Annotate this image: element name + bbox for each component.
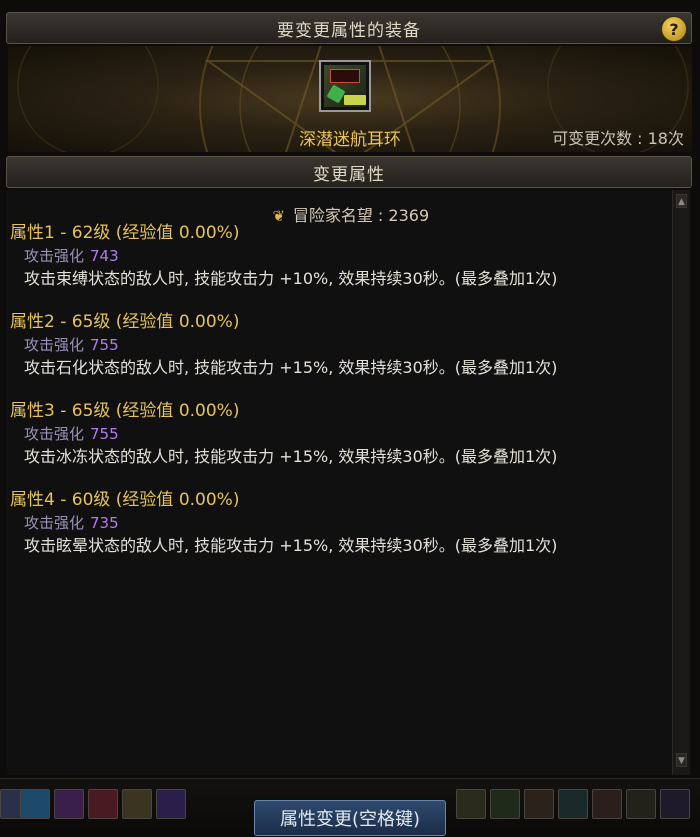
attribute-description: 攻击冰冻状态的敌人时, 技能攻击力 +15%, 效果持续30秒。(最多叠加1次) <box>24 447 558 466</box>
quickslot[interactable] <box>20 789 50 819</box>
attribute-stat: 攻击强化 755 <box>10 424 557 446</box>
attribute-description: 攻击眩晕状态的敌人时, 技能攻击力 +15%, 效果持续30秒。(最多叠加1次) <box>24 536 558 555</box>
stat-value: 735 <box>90 514 119 532</box>
stat-value: 755 <box>90 425 119 443</box>
quickslot[interactable] <box>558 789 588 819</box>
attribute-stat: 攻击强化 735 <box>10 513 557 535</box>
quickslot[interactable] <box>88 789 118 819</box>
attribute-stat: 攻击强化 743 <box>10 246 557 268</box>
item-slot[interactable] <box>319 60 371 112</box>
quickslot[interactable] <box>592 789 622 819</box>
attribute-block: 属性3 - 65级 (经验值 0.00%) 攻击强化 755 攻击冰冻状态的敌人时… <box>10 400 557 470</box>
help-icon[interactable]: ? <box>661 16 687 42</box>
quickslot[interactable] <box>524 789 554 819</box>
quickslot[interactable] <box>54 789 84 819</box>
section-header: 变更属性 <box>6 156 692 188</box>
attribute-title: 属性2 - 65级 (经验值 0.00%) <box>10 312 240 332</box>
window-title: 要变更属性的装备 <box>277 20 421 41</box>
attribute-title: 属性3 - 65级 (经验值 0.00%) <box>10 401 240 421</box>
attribute-description: 攻击束缚状态的敌人时, 技能攻击力 +10%, 效果持续30秒。(最多叠加1次) <box>24 269 558 288</box>
quickslot[interactable] <box>122 789 152 819</box>
item-display-area: 深潜迷航耳环 可变更次数 : 18次 <box>8 46 692 152</box>
scrollbar[interactable]: ▲ ▼ <box>672 190 690 775</box>
section-title: 变更属性 <box>313 164 385 185</box>
attribute-block: 属性1 - 62级 (经验值 0.00%) 攻击强化 743 攻击束缚状态的敌人时… <box>10 222 557 292</box>
stat-value: 743 <box>90 247 119 265</box>
stat-label: 攻击强化 <box>24 514 85 532</box>
stat-label: 攻击强化 <box>24 336 85 354</box>
attribute-title: 属性4 - 60级 (经验值 0.00%) <box>10 490 240 510</box>
quickslot[interactable] <box>660 789 690 819</box>
attribute-block: 属性4 - 60级 (经验值 0.00%) 攻击强化 735 攻击眩晕状态的敌人时… <box>10 489 557 559</box>
change-attribute-button[interactable]: 属性变更(空格键) <box>254 800 446 836</box>
quickslot[interactable] <box>156 789 186 819</box>
earring-item-icon <box>324 65 366 107</box>
quickslot[interactable] <box>456 789 486 819</box>
quickslot[interactable] <box>626 789 656 819</box>
stat-label: 攻击强化 <box>24 425 85 443</box>
attribute-change-window: 要变更属性的装备 ? 深潜迷航耳环 可变更次数 : 18次 变更属性 ▲ ▼ ❦… <box>0 0 700 837</box>
reputation-icon: ❦ <box>272 207 286 225</box>
attribute-title: 属性1 - 62级 (经验值 0.00%) <box>10 223 240 243</box>
attribute-stat: 攻击强化 755 <box>10 335 557 357</box>
scroll-down-icon[interactable]: ▼ <box>676 753 687 767</box>
title-bar: 要变更属性的装备 ? <box>6 12 692 44</box>
quickslot[interactable] <box>490 789 520 819</box>
stat-value: 755 <box>90 336 119 354</box>
change-count: 可变更次数 : 18次 <box>552 129 684 148</box>
stat-label: 攻击强化 <box>24 247 85 265</box>
attribute-block: 属性2 - 65级 (经验值 0.00%) 攻击强化 755 攻击石化状态的敌人时… <box>10 311 557 381</box>
attribute-description: 攻击石化状态的敌人时, 技能攻击力 +15%, 效果持续30秒。(最多叠加1次) <box>24 358 558 377</box>
